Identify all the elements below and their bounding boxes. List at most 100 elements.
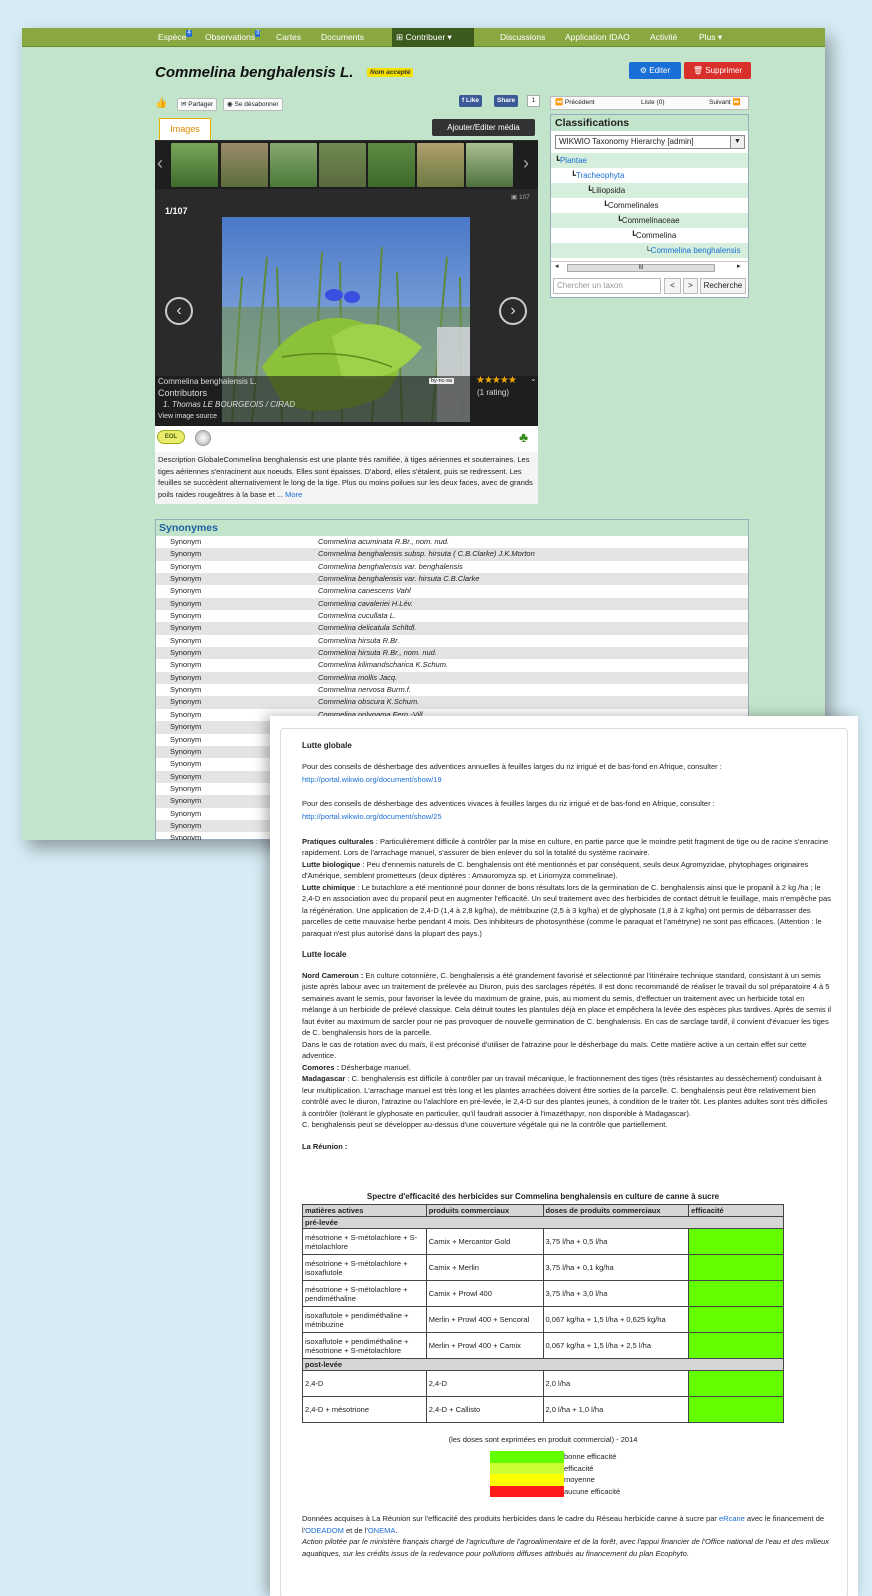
synonym-name[interactable]: Commelina acuminata R.Br., nom. nud.: [318, 536, 449, 548]
search-button[interactable]: Recherche: [700, 278, 746, 294]
prev-image-button[interactable]: ‹: [165, 297, 193, 325]
nav-activite[interactable]: Activité: [646, 28, 681, 47]
onema-link[interactable]: ONEMA: [368, 1526, 396, 1535]
synonym-name[interactable]: Commelina cavaleriei H.Lév.: [318, 598, 413, 610]
image-counter: 1/107: [165, 206, 188, 216]
odeadom-link[interactable]: ODEADOM: [305, 1526, 344, 1535]
synonym-name[interactable]: Commelina canescens Vahl: [318, 585, 411, 597]
thumbnail[interactable]: [270, 143, 317, 187]
thumbs-next-icon[interactable]: ›: [523, 153, 529, 174]
paragraph-chimique: Lutte chimique : Le butachlore a été men…: [302, 882, 831, 938]
nav-documents[interactable]: Documents: [317, 28, 368, 47]
view-image-source-link[interactable]: View image source: [158, 413, 217, 420]
tree-node[interactable]: ┗Liliopsida: [551, 183, 748, 198]
ercane-link[interactable]: eRcane: [719, 1514, 745, 1523]
synonym-name[interactable]: Commelina hirsuta R.Br.: [318, 635, 399, 647]
cell-product: 2,4-D + Callisto: [425, 1396, 544, 1423]
nav-contribuer[interactable]: ⊞ Contribuer ▾: [392, 28, 474, 47]
nav-observations[interactable]: Observations3: [201, 28, 264, 47]
license-badge[interactable]: by-nc-sa: [429, 378, 455, 384]
thumbs-prev-icon[interactable]: ‹: [157, 153, 163, 174]
efficacy-legend: bonne efficacité efficacité moyenne aucune …: [490, 1451, 620, 1497]
plant-icon[interactable]: ♣: [519, 429, 528, 445]
nav-badge: 4: [186, 30, 192, 37]
thumbnail-strip: ‹ ›: [155, 141, 538, 189]
cell-product: Camix + Mercantor Gold: [425, 1228, 544, 1255]
nav-discussions[interactable]: Discussions: [496, 28, 549, 47]
scroll-right-icon[interactable]: ▸: [737, 262, 741, 270]
status-badge: Nom accepté: [367, 68, 414, 77]
delete-button[interactable]: 🗑 Supprimer: [684, 62, 751, 79]
synonym-name[interactable]: Commelina benghalensis var. benghalensis: [318, 561, 463, 573]
table-section-row: post-levée: [302, 1358, 784, 1371]
description-text: Description GlobaleCommelina benghalensi…: [155, 452, 538, 504]
synonym-name[interactable]: Commelina obscura K.Schum.: [318, 696, 419, 708]
thumbnail[interactable]: [466, 143, 513, 187]
prev-record-link[interactable]: ⏪ Précédent: [555, 97, 595, 109]
table-row: mésotrione + S-métolachlore + S-métolach…: [302, 1228, 784, 1255]
tree-node[interactable]: ┗Tracheophyta: [551, 168, 748, 183]
link-document-19[interactable]: http://portal.wikwio.org/document/show/1…: [302, 775, 442, 784]
tree-node[interactable]: ┗Commelinales: [551, 198, 748, 213]
synonym-name[interactable]: Commelina cucullata L.: [318, 610, 396, 622]
scroll-thumb[interactable]: III: [567, 264, 715, 272]
synonym-row: Synonym Commelina benghalensis subsp. hir…: [156, 548, 748, 561]
thumbnail[interactable]: [221, 143, 268, 187]
record-pager: ⏪ Précédent Liste (0) Suivant ⏩: [550, 96, 749, 110]
synonym-name[interactable]: Commelina mollis Jacq.: [318, 672, 397, 684]
nav-application-idao[interactable]: Application IDAO: [561, 28, 634, 47]
next-record-link[interactable]: Suivant ⏩: [709, 97, 741, 109]
paragraph-pratiques: Pratiques culturales : Particulièrement …: [302, 836, 829, 858]
tab-images[interactable]: Images: [159, 118, 211, 140]
thumbnail[interactable]: [417, 143, 464, 187]
eol-logo[interactable]: EOL: [157, 430, 185, 444]
cell-dose: 0,067 kg/ha + 1,5 l/ha + 0,625 kg/ha: [542, 1306, 690, 1333]
tree-node[interactable]: ┗Plantae: [551, 153, 748, 168]
next-image-button[interactable]: ›: [499, 297, 527, 325]
synonym-type: Synonym: [170, 672, 202, 682]
more-link[interactable]: More: [285, 490, 302, 499]
rating-stars[interactable]: ★★★★★: [476, 375, 517, 386]
classification-panel: Classifications WIKWIO Taxonomy Hierarch…: [550, 114, 749, 298]
legend-item: moyenne: [490, 1474, 620, 1486]
edit-button[interactable]: ⚙ Editer: [629, 62, 681, 79]
nav-cartes[interactable]: Cartes: [272, 28, 305, 47]
nav-espece[interactable]: Espèce4: [154, 28, 196, 47]
unsubscribe-button[interactable]: ◉ Se désabonner: [223, 98, 283, 111]
tree-node[interactable]: ┗Commelina: [551, 228, 748, 243]
scroll-left-icon[interactable]: ◂: [555, 262, 559, 270]
list-link[interactable]: Liste (0): [641, 97, 664, 109]
chevron-down-icon[interactable]: ▼: [730, 136, 744, 148]
synonym-row: Synonym Commelina benghalensis var. hirsu…: [156, 573, 748, 586]
add-media-button[interactable]: Ajouter/Editer média: [432, 119, 535, 136]
synonym-name[interactable]: Commelina benghalensis var. hirsuta C.B.…: [318, 573, 479, 585]
thumbnail[interactable]: [368, 143, 415, 187]
search-next-button[interactable]: >: [683, 278, 698, 294]
synonym-name[interactable]: Commelina kilimandscharica K.Schum.: [318, 659, 448, 671]
synonym-type: Synonym: [170, 660, 202, 670]
synonym-name[interactable]: Commelina delicatula Schltdl.: [318, 622, 416, 634]
tree-node[interactable]: ┗Commelinaceae: [551, 213, 748, 228]
cell-dose: 3,75 l/ha + 3,0 l/ha: [542, 1280, 690, 1307]
search-prev-button[interactable]: <: [664, 278, 681, 294]
taxon-search-input[interactable]: Chercher un taxon: [553, 278, 661, 294]
synonym-name[interactable]: Commelina benghalensis subsp. hirsuta ( …: [318, 548, 535, 560]
wikipedia-icon[interactable]: [195, 430, 211, 446]
horizontal-scrollbar[interactable]: ◂ III ▸: [551, 261, 748, 273]
facebook-share-button[interactable]: Share: [494, 95, 519, 107]
facebook-like-button[interactable]: f Like: [459, 95, 482, 107]
synonym-name[interactable]: Commelina hirsuta R.Br., nom. nud.: [318, 647, 437, 659]
thumbs-up-icon[interactable]: 👍: [155, 98, 167, 109]
synonym-type: Synonym: [170, 648, 202, 658]
nav-plus[interactable]: Plus ▾: [695, 28, 726, 47]
share-button[interactable]: ✉ Partager: [177, 98, 218, 111]
link-document-25[interactable]: http://portal.wikwio.org/document/show/2…: [302, 812, 442, 821]
tree-node[interactable]: └Commelina benghalensis: [551, 243, 748, 258]
synonym-name[interactable]: Commelina nervosa Burm.f.: [318, 684, 411, 696]
legend-swatch: [490, 1485, 564, 1497]
taxonomy-tree: ┗Plantae ┗Tracheophyta ┗Liliopsida ┗Comm…: [551, 153, 748, 258]
hierarchy-select[interactable]: WIKWIO Taxonomy Hierarchy [admin] ▼: [555, 135, 745, 149]
thumbnail[interactable]: [319, 143, 366, 187]
thumbnail[interactable]: [171, 143, 218, 187]
chevron-down-icon[interactable]: ⌄: [530, 374, 537, 383]
